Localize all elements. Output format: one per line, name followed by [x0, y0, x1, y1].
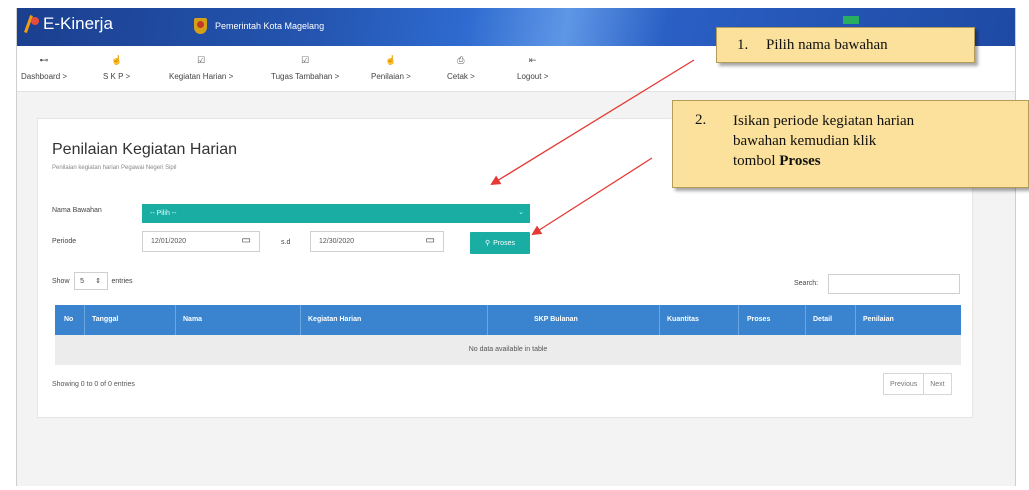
entries-label: entries — [111, 277, 133, 285]
date-from-value: 12/01/2020 — [151, 238, 187, 245]
callout-2-line-3: tombol Proses — [733, 151, 914, 171]
menu-item-logout[interactable]: ⇤ Logout > — [517, 54, 548, 81]
app-name: E-Kinerja — [43, 14, 113, 33]
menu-item-dashboard[interactable]: ⊷ Dashboard > — [21, 54, 67, 81]
table-header: No Tanggal Nama Kegiatan Harian SKP Bula… — [55, 305, 961, 335]
callout-2-line-3-bold: Proses — [779, 153, 821, 169]
callout-1-text: Pilih nama bawahan — [766, 37, 888, 53]
table-info: Showing 0 to 0 of 0 entries — [52, 381, 135, 388]
date-to-value: 12/30/2020 — [319, 238, 355, 245]
search-label: Search: — [794, 280, 819, 287]
city-crest-icon — [194, 18, 207, 34]
pagination: Previous Next — [883, 373, 952, 395]
menu-label: Cetak > — [447, 72, 475, 81]
callout-step-1: 1. Pilih nama bawahan — [716, 27, 975, 63]
menu-label: Dashboard > — [21, 72, 68, 81]
penilaian-icon: ☝ — [385, 55, 397, 65]
org-branding: Pemerintah Kota Magelang — [194, 18, 324, 34]
callout-2-text: Isikan periode kegiatan harian bawahan k… — [733, 111, 914, 171]
menu-label: S K P > — [103, 72, 131, 81]
column-header-no[interactable]: No — [64, 316, 73, 323]
callout-2-number: 2. — [695, 112, 707, 128]
callout-1-number: 1. — [737, 37, 749, 53]
tugas-icon: ☑ — [301, 55, 310, 65]
menu-label: Logout > — [517, 72, 549, 81]
calendar-icon[interactable]: ▭ — [426, 235, 435, 246]
app-window: E-Kinerja Pemerintah Kota Magelang ⊷ Das… — [16, 8, 1016, 486]
next-page-button[interactable]: Next — [923, 374, 950, 394]
proses-button[interactable]: ⚲ Proses — [470, 232, 530, 254]
calendar-icon[interactable]: ▭ — [242, 235, 251, 246]
menu-label: Kegiatan Harian > — [169, 72, 234, 81]
callout-2-line-3-prefix: tombol — [733, 153, 780, 169]
entries-value: 5 — [80, 277, 84, 285]
org-name: Pemerintah Kota Magelang — [215, 21, 325, 31]
page-subtitle: Penilaian kegiatan harian Pegawai Negeri… — [52, 165, 177, 171]
previous-page-button[interactable]: Previous — [884, 374, 923, 394]
column-header-penilaian[interactable]: Penilaian — [863, 316, 894, 323]
callout-step-2: 2. Isikan periode kegiatan harian bawaha… — [672, 100, 1029, 188]
date-from-input[interactable]: 12/01/2020 ▭ — [142, 231, 260, 252]
entries-length-control: Show 5 ⇕ entries — [52, 272, 133, 290]
date-to-input[interactable]: 12/30/2020 ▭ — [310, 231, 444, 252]
menu-item-tugas-tambahan[interactable]: ☑ Tugas Tambahan > — [271, 54, 339, 81]
column-header-kegiatan-harian[interactable]: Kegiatan Harian — [308, 316, 361, 323]
menu-item-skp[interactable]: ☝ S K P > — [103, 54, 130, 81]
nama-bawahan-value: -- Pilih -- — [150, 210, 177, 217]
skp-icon: ☝ — [110, 55, 123, 65]
nama-bawahan-select[interactable]: -- Pilih -- ⌄ — [142, 204, 530, 223]
menu-item-penilaian[interactable]: ☝ Penilaian > — [371, 54, 411, 81]
sd-label: s.d — [281, 239, 291, 246]
entries-select[interactable]: 5 ⇕ — [73, 272, 108, 290]
cetak-icon: ⎙ — [457, 55, 465, 65]
table-search-input[interactable] — [828, 274, 960, 294]
column-header-nama[interactable]: Nama — [183, 316, 202, 323]
nama-bawahan-label: Nama Bawahan — [52, 207, 102, 214]
table-empty-row: No data available in table — [55, 335, 961, 365]
e-kinerja-logo-icon — [25, 15, 39, 33]
dashboard-icon: ⊷ — [39, 55, 49, 65]
search-icon: ⚲ — [485, 240, 491, 247]
sort-updown-icon: ⇕ — [95, 278, 101, 285]
proses-button-label: Proses — [493, 239, 515, 247]
column-header-skp-bulanan[interactable]: SKP Bulanan — [534, 316, 578, 323]
show-label: Show — [52, 277, 70, 285]
periode-label: Periode — [52, 238, 77, 245]
callout-2-line-1: Isikan periode kegiatan harian — [733, 113, 915, 129]
menu-item-cetak[interactable]: ⎙ Cetak > — [447, 54, 475, 81]
menu-item-kegiatan-harian[interactable]: ☑ Kegiatan Harian > — [169, 54, 233, 81]
menu-label: Penilaian > — [371, 72, 411, 81]
column-header-tanggal[interactable]: Tanggal — [92, 316, 118, 323]
column-header-detail[interactable]: Detail — [813, 316, 832, 323]
callout-2-line-2: bawahan kemudian klik — [733, 133, 877, 149]
menu-label: Tugas Tambahan > — [271, 72, 340, 81]
user-menu[interactable] — [843, 16, 859, 24]
kegiatan-icon: ☑ — [197, 55, 206, 65]
page-title: Penilaian Kegiatan Harian — [52, 141, 238, 158]
column-header-proses[interactable]: Proses — [747, 316, 770, 323]
column-header-kuantitas[interactable]: Kuantitas — [667, 316, 699, 323]
chevron-down-icon: ⌄ — [518, 209, 524, 216]
app-logo[interactable]: E-Kinerja — [25, 14, 113, 34]
logout-icon: ⇤ — [528, 55, 537, 65]
